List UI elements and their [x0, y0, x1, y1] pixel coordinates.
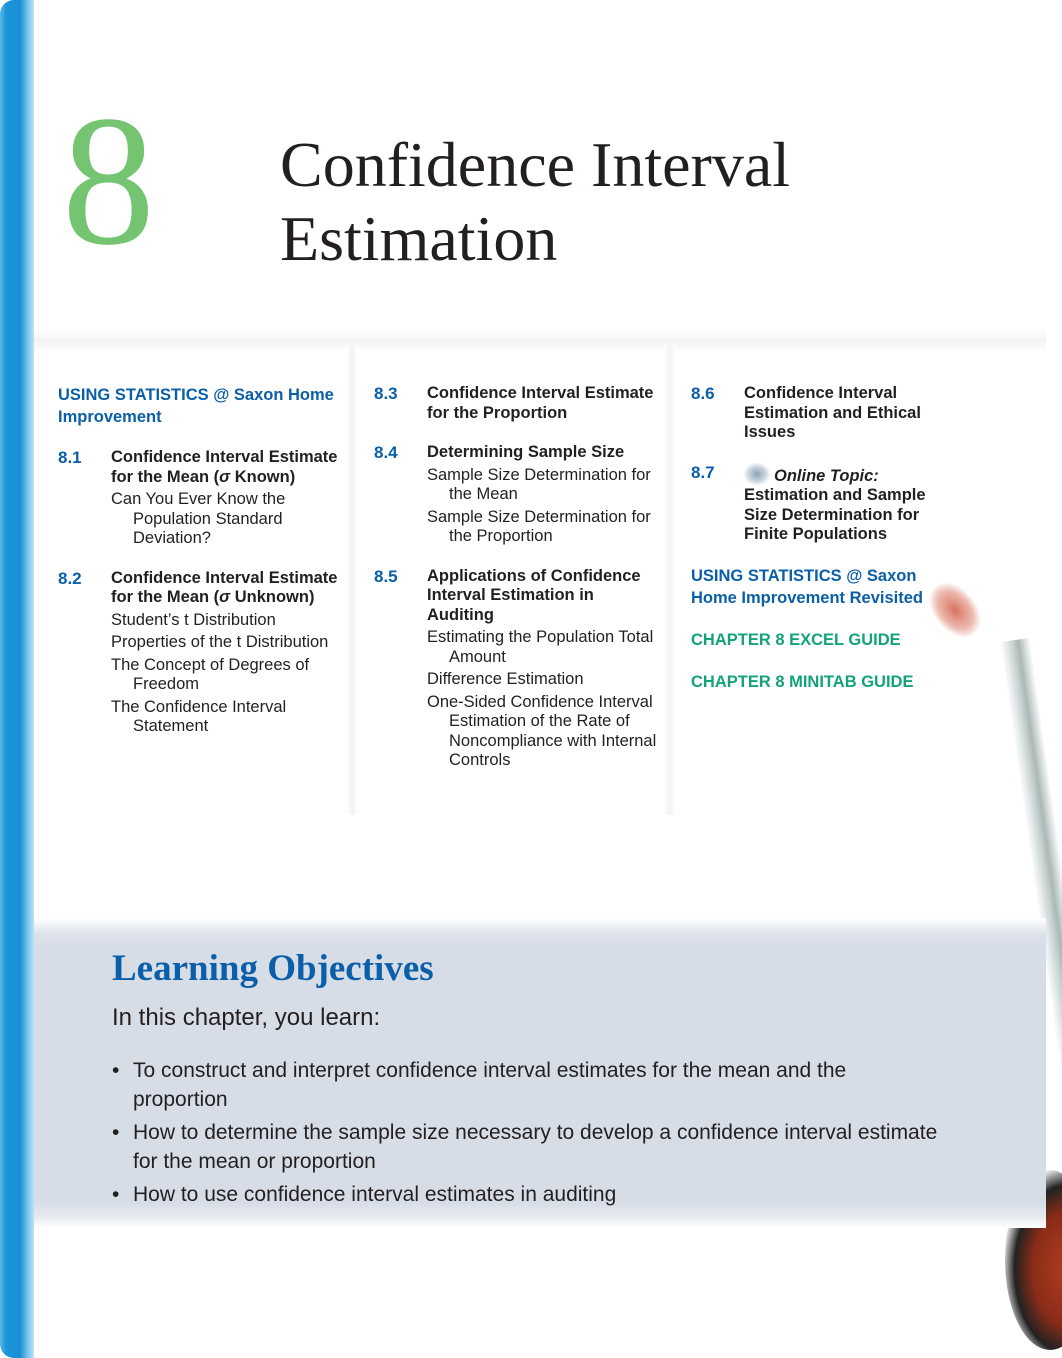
column-divider — [664, 345, 676, 815]
online-topic-label: Online Topic: — [774, 466, 879, 485]
learning-objectives-intro: In this chapter, you learn: — [112, 1004, 381, 1031]
section-title: Online Topic: Estimation and Sample Size… — [744, 462, 951, 545]
chapter-title-line2: Estimation — [280, 203, 558, 274]
toc-entry-8-7[interactable]: 8.7 Online Topic: Estimation and Sample … — [691, 462, 951, 545]
section-number: 8.7 — [691, 462, 715, 482]
toc-column-3: 8.6 Confidence Interval Estimation and E… — [691, 384, 951, 713]
chapter-number: 8 — [62, 78, 155, 284]
section-divider — [34, 330, 1046, 352]
section-title: Applications of Confidence Interval Esti… — [427, 566, 641, 624]
subsection[interactable]: Can You Ever Know the Population Standar… — [111, 490, 348, 549]
bullet-icon: • — [112, 1059, 120, 1082]
title-text: Unknown) — [230, 588, 315, 606]
toc-using-statistics[interactable]: USING STATISTICS @ Saxon Home Improvemen… — [58, 384, 348, 428]
section-title: Confidence Interval Estimate for the Pro… — [427, 384, 654, 422]
toc-entry-8-5[interactable]: 8.5 Applications of Confidence Interval … — [374, 567, 664, 771]
toc-excel-guide[interactable]: CHAPTER 8 EXCEL GUIDE — [691, 629, 951, 651]
section-title: Confidence Interval Estimate for the Mea… — [111, 448, 348, 487]
toc-minitab-guide[interactable]: CHAPTER 8 MINITAB GUIDE — [691, 671, 951, 693]
section-number: 8.3 — [374, 384, 398, 403]
section-title: Confidence Interval Estimate for the Mea… — [111, 569, 348, 608]
toc-entry-8-3[interactable]: 8.3 Confidence Interval Estimate for the… — [374, 384, 664, 423]
subsection[interactable]: The Concept of Degrees of Freedom — [111, 656, 348, 695]
section-title: Confidence Interval Estimation and Ethic… — [744, 384, 921, 441]
title-text: Known) — [230, 467, 296, 486]
toc-entry-8-6[interactable]: 8.6 Confidence Interval Estimation and E… — [691, 384, 951, 443]
subsection[interactable]: The Confidence Interval Statement — [111, 698, 348, 737]
bullet-icon: • — [112, 1183, 120, 1206]
subsection[interactable]: Difference Estimation — [427, 670, 664, 690]
toc-entry-8-2[interactable]: 8.2 Confidence Interval Estimate for the… — [58, 569, 348, 737]
section-number: 8.2 — [58, 568, 82, 588]
objective-text: How to determine the sample size necessa… — [133, 1121, 938, 1173]
subsection[interactable]: Estimating the Population Total Amount — [427, 628, 664, 667]
sigma-symbol: σ — [219, 588, 231, 606]
section-title: Determining Sample Size — [427, 443, 625, 461]
learning-objective-item: • How to use confidence interval estimate… — [112, 1180, 942, 1209]
subsection[interactable]: Student’s t Distribution — [111, 611, 348, 631]
title-text: Estimation and Sample Size Determination… — [744, 486, 926, 543]
toc-entry-8-1[interactable]: 8.1 Confidence Interval Estimate for the… — [58, 448, 348, 549]
toc-using-statistics-revisited[interactable]: USING STATISTICS @ Saxon Home Improvemen… — [691, 565, 951, 609]
toc-column-1: USING STATISTICS @ Saxon Home Improvemen… — [58, 384, 348, 757]
sigma-symbol: σ — [219, 467, 231, 486]
section-number: 8.4 — [374, 443, 398, 462]
learning-objective-item: • To construct and interpret confidence i… — [112, 1056, 942, 1114]
objective-text: How to use confidence interval estimates… — [133, 1183, 617, 1206]
toc-column-2: 8.3 Confidence Interval Estimate for the… — [374, 384, 664, 791]
chapter-title-line1: Confidence Interval — [280, 129, 790, 200]
subsection[interactable]: One-Sided Confidence Interval Estimation… — [427, 693, 664, 771]
learning-objectives-list: • To construct and interpret confidence i… — [112, 1056, 942, 1213]
subsection[interactable]: Sample Size Determination for the Mean — [427, 466, 664, 505]
objective-text: To construct and interpret confidence in… — [133, 1059, 847, 1111]
bullet-icon: • — [112, 1121, 120, 1144]
subsection[interactable]: Properties of the t Distribution — [111, 633, 348, 653]
learning-objectives-title: Learning Objectives — [112, 948, 434, 989]
section-number: 8.5 — [374, 566, 398, 586]
section-number: 8.1 — [58, 448, 82, 467]
subsection[interactable]: Sample Size Determination for the Propor… — [427, 508, 664, 547]
section-number: 8.6 — [691, 384, 715, 403]
learning-objective-item: • How to determine the sample size necess… — [112, 1118, 942, 1176]
side-color-bar — [0, 0, 34, 1358]
chapter-title: Confidence Interval Estimation — [280, 128, 790, 276]
online-topic-icon — [744, 462, 770, 485]
toc-entry-8-4[interactable]: 8.4 Determining Sample Size Sample Size … — [374, 443, 664, 547]
